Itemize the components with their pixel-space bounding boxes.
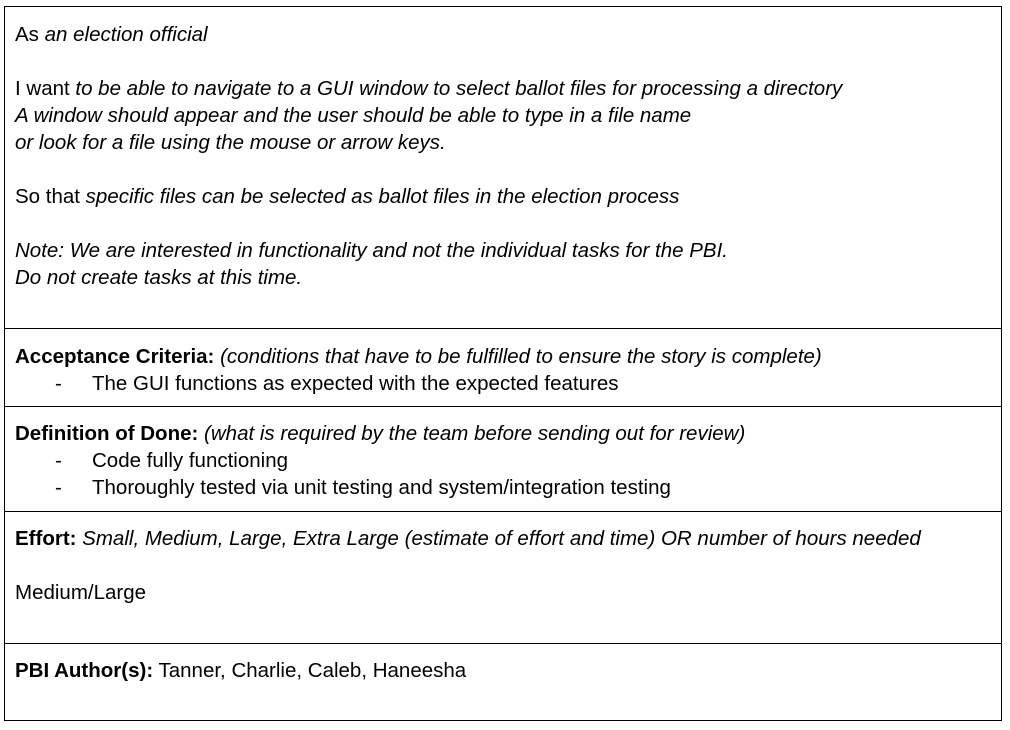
effort-label: Effort: — [15, 527, 77, 550]
note-line-2: Do not create tasks at this time. — [15, 266, 303, 289]
author-label: PBI Author(s): — [15, 659, 154, 682]
dod-heading: Definition of Done: (what is required by… — [15, 420, 991, 447]
want-line-2: A window should appear and the user shou… — [15, 104, 692, 127]
list-item: - The GUI functions as expected with the … — [15, 370, 991, 397]
want-prefix: I want — [15, 77, 76, 100]
effort-value: Medium/Large — [15, 581, 147, 604]
author-line: PBI Author(s): Tanner, Charlie, Caleb, H… — [15, 657, 991, 684]
effort-section: Effort: Small, Medium, Large, Extra Larg… — [5, 511, 1001, 643]
bullet-dash: - — [55, 449, 62, 472]
so-prefix: So that — [15, 185, 86, 208]
list-item: - Code fully functioning — [15, 447, 991, 474]
note-line-1: Note: We are interested in functionality… — [15, 239, 728, 262]
user-story-section: As an election official I want to be abl… — [5, 7, 1001, 328]
acceptance-criteria-section: Acceptance Criteria: (conditions that ha… — [5, 328, 1001, 406]
want-line-1: I want to be able to navigate to a GUI w… — [15, 75, 991, 102]
list-item-text: Thoroughly tested via unit testing and s… — [92, 476, 671, 499]
list-item: - Thoroughly tested via unit testing and … — [15, 474, 991, 501]
author-names: Tanner, Charlie, Caleb, Haneesha — [153, 659, 467, 682]
dod-desc: (what is required by the team before sen… — [198, 422, 746, 445]
want-text-1: to be able to navigate to a GUI window t… — [75, 77, 843, 100]
effort-heading: Effort: Small, Medium, Large, Extra Larg… — [15, 525, 991, 552]
as-line: As an election official — [15, 21, 991, 48]
bullet-dash: - — [55, 372, 62, 395]
list-item-text: The GUI functions as expected with the e… — [92, 372, 619, 395]
want-line-3: or look for a file using the mouse or ar… — [15, 131, 446, 154]
as-prefix: As — [15, 23, 45, 46]
acceptance-heading: Acceptance Criteria: (conditions that ha… — [15, 343, 991, 370]
bullet-dash: - — [55, 476, 62, 499]
acceptance-label: Acceptance Criteria: — [15, 345, 215, 368]
pbi-card: As an election official I want to be abl… — [4, 6, 1002, 721]
so-text: specific files can be selected as ballot… — [85, 185, 680, 208]
dod-label: Definition of Done: — [15, 422, 199, 445]
effort-desc: Small, Medium, Large, Extra Large (estim… — [76, 527, 921, 550]
as-role: an election official — [44, 23, 208, 46]
author-section: PBI Author(s): Tanner, Charlie, Caleb, H… — [5, 643, 1001, 720]
so-that-line: So that specific files can be selected a… — [15, 183, 991, 210]
acceptance-desc: (conditions that have to be fulfilled to… — [214, 345, 822, 368]
definition-of-done-section: Definition of Done: (what is required by… — [5, 406, 1001, 511]
list-item-text: Code fully functioning — [92, 449, 289, 472]
